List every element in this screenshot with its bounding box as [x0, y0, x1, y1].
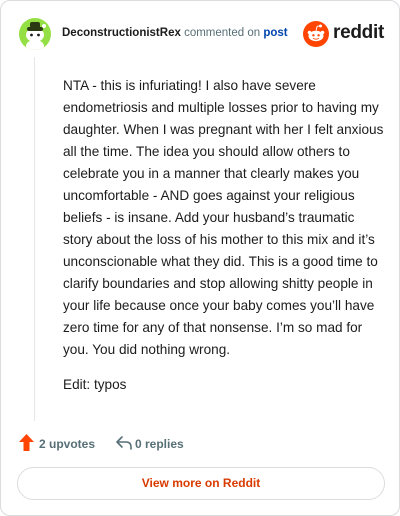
reddit-logo-icon	[303, 21, 329, 47]
embedded-comment-card: DeconstructionistRex commented on post r…	[0, 0, 400, 516]
snoo-avatar-icon	[26, 22, 46, 50]
comment-paragraph: NTA - this is infuriating! I also have s…	[63, 78, 384, 357]
thread-line	[34, 57, 35, 421]
user-avatar[interactable]	[19, 18, 51, 50]
comment-paragraph: Edit: typos	[63, 377, 127, 392]
action-text: commented on	[184, 27, 261, 39]
comment-meta: DeconstructionistRex commented on post	[62, 27, 288, 39]
upvote-count: 2 upvotes	[39, 437, 96, 451]
comment-header: DeconstructionistRex commented on post r…	[19, 18, 384, 50]
reddit-brand[interactable]: reddit	[303, 21, 384, 47]
reply-count: 0 replies	[135, 437, 184, 451]
reddit-wordmark: reddit	[333, 22, 384, 43]
comment-body: NTA - this is infuriating! I also have s…	[63, 75, 385, 409]
author-name[interactable]: DeconstructionistRex	[62, 27, 181, 39]
view-more-button[interactable]: View more on Reddit	[17, 467, 385, 500]
upvote-arrow-icon[interactable]	[19, 434, 34, 451]
reply-arrow-icon[interactable]	[115, 435, 133, 451]
comment-actions: 2 upvotes 0 replies	[19, 433, 319, 453]
post-link[interactable]: post	[263, 27, 287, 39]
